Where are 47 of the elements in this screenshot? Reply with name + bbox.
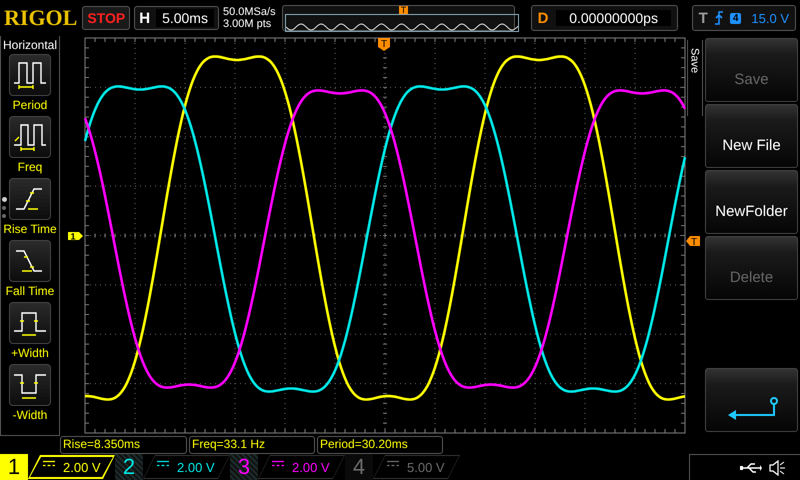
measure-button[interactable]	[9, 364, 51, 406]
trigger-level-marker: T	[686, 236, 700, 248]
dc-coupling-icon	[387, 460, 399, 468]
measurement-readout: Rise=8.350ms	[60, 436, 187, 454]
page-dot[interactable]	[2, 206, 6, 210]
run-stop-button[interactable]: STOP	[82, 6, 130, 30]
menu-button[interactable]: New File	[705, 104, 798, 168]
timebase-value: 5.00ms	[156, 9, 214, 27]
measure-label: Period	[12, 98, 48, 112]
page-dot[interactable]	[2, 214, 6, 218]
dc-coupling-icon	[272, 460, 284, 468]
trigger-position-marker: T	[378, 38, 390, 51]
measure-label: Freq	[18, 160, 42, 174]
timebase-key: H	[139, 10, 150, 26]
return-button[interactable]	[705, 368, 798, 432]
measure-label: +Width	[11, 346, 49, 360]
measure-button[interactable]	[9, 302, 51, 344]
measure-button[interactable]	[9, 178, 51, 220]
dc-coupling-icon	[157, 460, 169, 468]
panel-title: Horizontal	[2, 38, 58, 52]
menu-button[interactable]: NewFolder	[705, 170, 798, 234]
menu-title: Save	[690, 48, 700, 76]
delay-value: 0.00000000ps	[556, 10, 671, 26]
channel-offset-marker: 1	[68, 232, 83, 242]
page-dot[interactable]	[2, 197, 7, 202]
trigger-source: 4	[730, 12, 742, 24]
usb-icon	[740, 460, 762, 474]
delay-key: D	[538, 10, 548, 26]
dc-coupling-icon	[43, 460, 55, 468]
rising-edge-icon	[714, 10, 724, 26]
timebase-box[interactable]: H 5.00ms	[134, 6, 219, 30]
measure-label: Fall Time	[6, 284, 54, 298]
sample-rate: 50.0MSa/s	[222, 6, 277, 18]
brand-logo: RIGOL	[4, 5, 78, 31]
measure-button[interactable]	[9, 54, 51, 96]
trigger-key: T	[698, 10, 708, 26]
measure-button[interactable]	[9, 240, 51, 282]
memory-depth: 3.00M pts	[222, 18, 272, 30]
measure-button[interactable]	[9, 116, 51, 158]
delay-box[interactable]: D 0.00000000ps	[530, 5, 678, 31]
measurement-readout: Freq=33.1 Hz	[189, 436, 315, 454]
measure-label: Rise Time	[3, 222, 57, 236]
speaker-muted-icon	[768, 460, 786, 476]
measurement-readout: Period=30.20ms	[317, 436, 443, 454]
trigger-level: 15.0 V	[751, 10, 789, 26]
measure-label: -Width	[12, 408, 48, 422]
trigger-box[interactable]: T 4 15.0 V	[692, 5, 796, 31]
